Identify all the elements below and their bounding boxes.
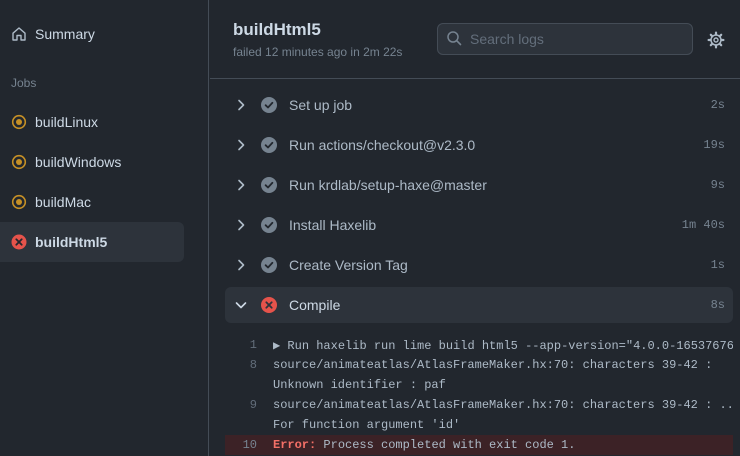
chevron-right-icon [233,137,249,153]
job-label: buildHtml5 [35,234,108,250]
job-item-buildmac[interactable]: buildMac [0,182,184,222]
log-line[interactable]: 1 ▶ Run haxelib run lime build html5 --a… [225,335,733,355]
step-name: Install Haxelib [289,217,377,233]
step-name: Run actions/checkout@v2.3.0 [289,137,476,153]
check-circle-icon [261,177,277,193]
log-line-text: Error: Process completed with exit code … [273,438,575,452]
summary-link[interactable]: Summary [0,14,184,54]
step-name: Compile [289,297,341,313]
job-item-buildlinux[interactable]: buildLinux [0,102,184,142]
job-label: buildMac [35,194,92,210]
step-duration: 9s [710,178,725,192]
log-line-number[interactable]: 9 [225,398,273,412]
step-name: Set up job [289,97,353,113]
in-progress-icon [11,114,27,130]
log-line[interactable]: For function argument 'id' [225,415,733,435]
search-logs-box[interactable] [437,23,693,55]
log-line-text: Unknown identifier : paf [273,378,446,392]
step-duration: 1s [710,258,725,272]
chevron-right-icon [233,97,249,113]
log-line-number[interactable]: 10 [225,438,273,452]
search-logs-input[interactable] [470,31,680,47]
error-label: Error: [273,438,317,452]
x-circle-icon [11,234,27,250]
job-status-text: failed 12 minutes ago in 2m 22s [233,45,403,59]
step-set-up-job[interactable]: Set up job 2s [225,87,733,123]
jobs-heading: Jobs [11,76,37,90]
log-line[interactable]: 9 source/animateatlas/AtlasFrameMaker.hx… [225,395,733,415]
log-line-text: source/animateatlas/AtlasFrameMaker.hx:7… [273,398,733,412]
log-line-error[interactable]: 10 Error: Process completed with exit co… [225,435,733,455]
chevron-right-icon [233,257,249,273]
step-name: Run krdlab/setup-haxe@master [289,177,487,193]
home-icon [11,26,27,42]
error-message: Process completed with exit code 1. [316,438,576,452]
step-duration: 1m 40s [681,218,725,232]
x-circle-icon [261,297,277,313]
log-line-number[interactable]: 8 [225,358,273,372]
check-circle-icon [261,97,277,113]
log-line-text: For function argument 'id' [273,418,461,432]
check-circle-icon [261,217,277,233]
chevron-right-icon [233,177,249,193]
step-run-checkout[interactable]: Run actions/checkout@v2.3.0 19s [225,127,733,163]
step-duration: 8s [710,298,725,312]
job-item-buildwindows[interactable]: buildWindows [0,142,184,182]
job-label: buildWindows [35,154,122,170]
check-circle-icon [261,257,277,273]
step-setup-haxe[interactable]: Run krdlab/setup-haxe@master 9s [225,167,733,203]
job-item-buildhtml5[interactable]: buildHtml5 [0,222,184,262]
jobs-sidebar: Summary Jobs buildLinux buildWindows bui… [0,0,209,456]
step-create-version-tag[interactable]: Create Version Tag 1s [225,247,733,283]
job-title: buildHtml5 [233,20,321,39]
chevron-down-icon [233,297,249,313]
step-duration: 2s [710,98,725,112]
step-compile[interactable]: Compile 8s [225,287,733,323]
job-log-panel: buildHtml5 failed 12 minutes ago in 2m 2… [210,0,740,456]
log-line[interactable]: Unknown identifier : paf [225,375,733,395]
step-install-haxelib[interactable]: Install Haxelib 1m 40s [225,207,733,243]
job-label: buildLinux [35,114,99,130]
in-progress-icon [11,154,27,170]
check-circle-icon [261,137,277,153]
log-line-number[interactable]: 1 [225,338,273,352]
log-line-text: ▶ Run haxelib run lime build html5 --app… [273,338,733,353]
log-line[interactable]: 8 source/animateatlas/AtlasFrameMaker.hx… [225,355,733,375]
in-progress-icon [11,194,27,210]
log-line-text: source/animateatlas/AtlasFrameMaker.hx:7… [273,358,713,372]
job-header: buildHtml5 failed 12 minutes ago in 2m 2… [210,0,740,79]
step-duration: 19s [703,138,725,152]
chevron-right-icon [233,217,249,233]
gear-icon[interactable] [707,31,725,49]
step-name: Create Version Tag [289,257,408,273]
summary-label: Summary [35,26,95,42]
search-icon [446,30,462,49]
